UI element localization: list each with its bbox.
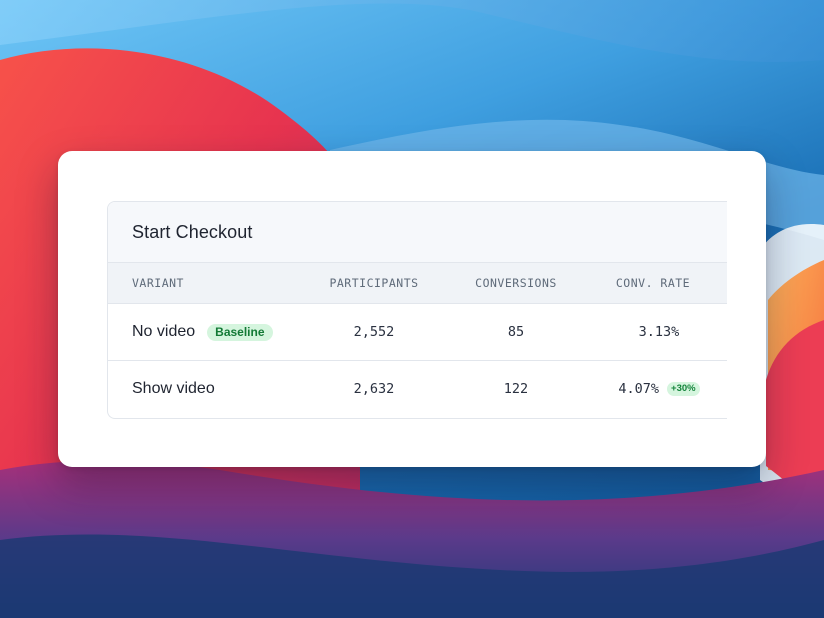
- conv-rate-cell: 3.13%: [608, 304, 710, 360]
- lift-badge: +30%: [667, 382, 700, 396]
- panel-header: Start Checkout: [108, 202, 727, 263]
- conv-rate-value: 4.07%: [618, 381, 660, 397]
- table-header-row: VARIANT PARTICIPANTS CONVERSIONS CONV. R…: [108, 263, 727, 304]
- table-row: Show video 2,632 122 4.07% +30%: [108, 361, 727, 417]
- table-row: No video Baseline 2,552 85 3.13%: [108, 304, 727, 361]
- experiment-card: Start Checkout VARIANT PARTICIPANTS CONV…: [58, 151, 766, 467]
- variant-cell: Show video: [132, 361, 215, 417]
- variant-cell: No video Baseline: [132, 304, 273, 360]
- baseline-badge: Baseline: [207, 323, 273, 341]
- conversions-cell: 85: [507, 324, 525, 340]
- results-table-panel: Start Checkout VARIANT PARTICIPANTS CONV…: [107, 201, 727, 419]
- panel-title: Start Checkout: [132, 221, 253, 242]
- conv-rate-value: 3.13%: [638, 324, 680, 340]
- column-header-variant: VARIANT: [132, 276, 184, 290]
- column-header-conversions: CONVERSIONS: [475, 276, 557, 290]
- column-header-participants: PARTICIPANTS: [329, 276, 419, 290]
- participants-cell: 2,632: [353, 381, 395, 397]
- variant-name: No video: [132, 323, 196, 340]
- variant-name: Show video: [132, 380, 215, 397]
- conv-rate-cell: 4.07% +30%: [608, 361, 710, 417]
- column-header-conv-rate: CONV. RATE: [615, 276, 691, 290]
- participants-cell: 2,552: [353, 324, 395, 340]
- conversions-cell: 122: [503, 381, 529, 397]
